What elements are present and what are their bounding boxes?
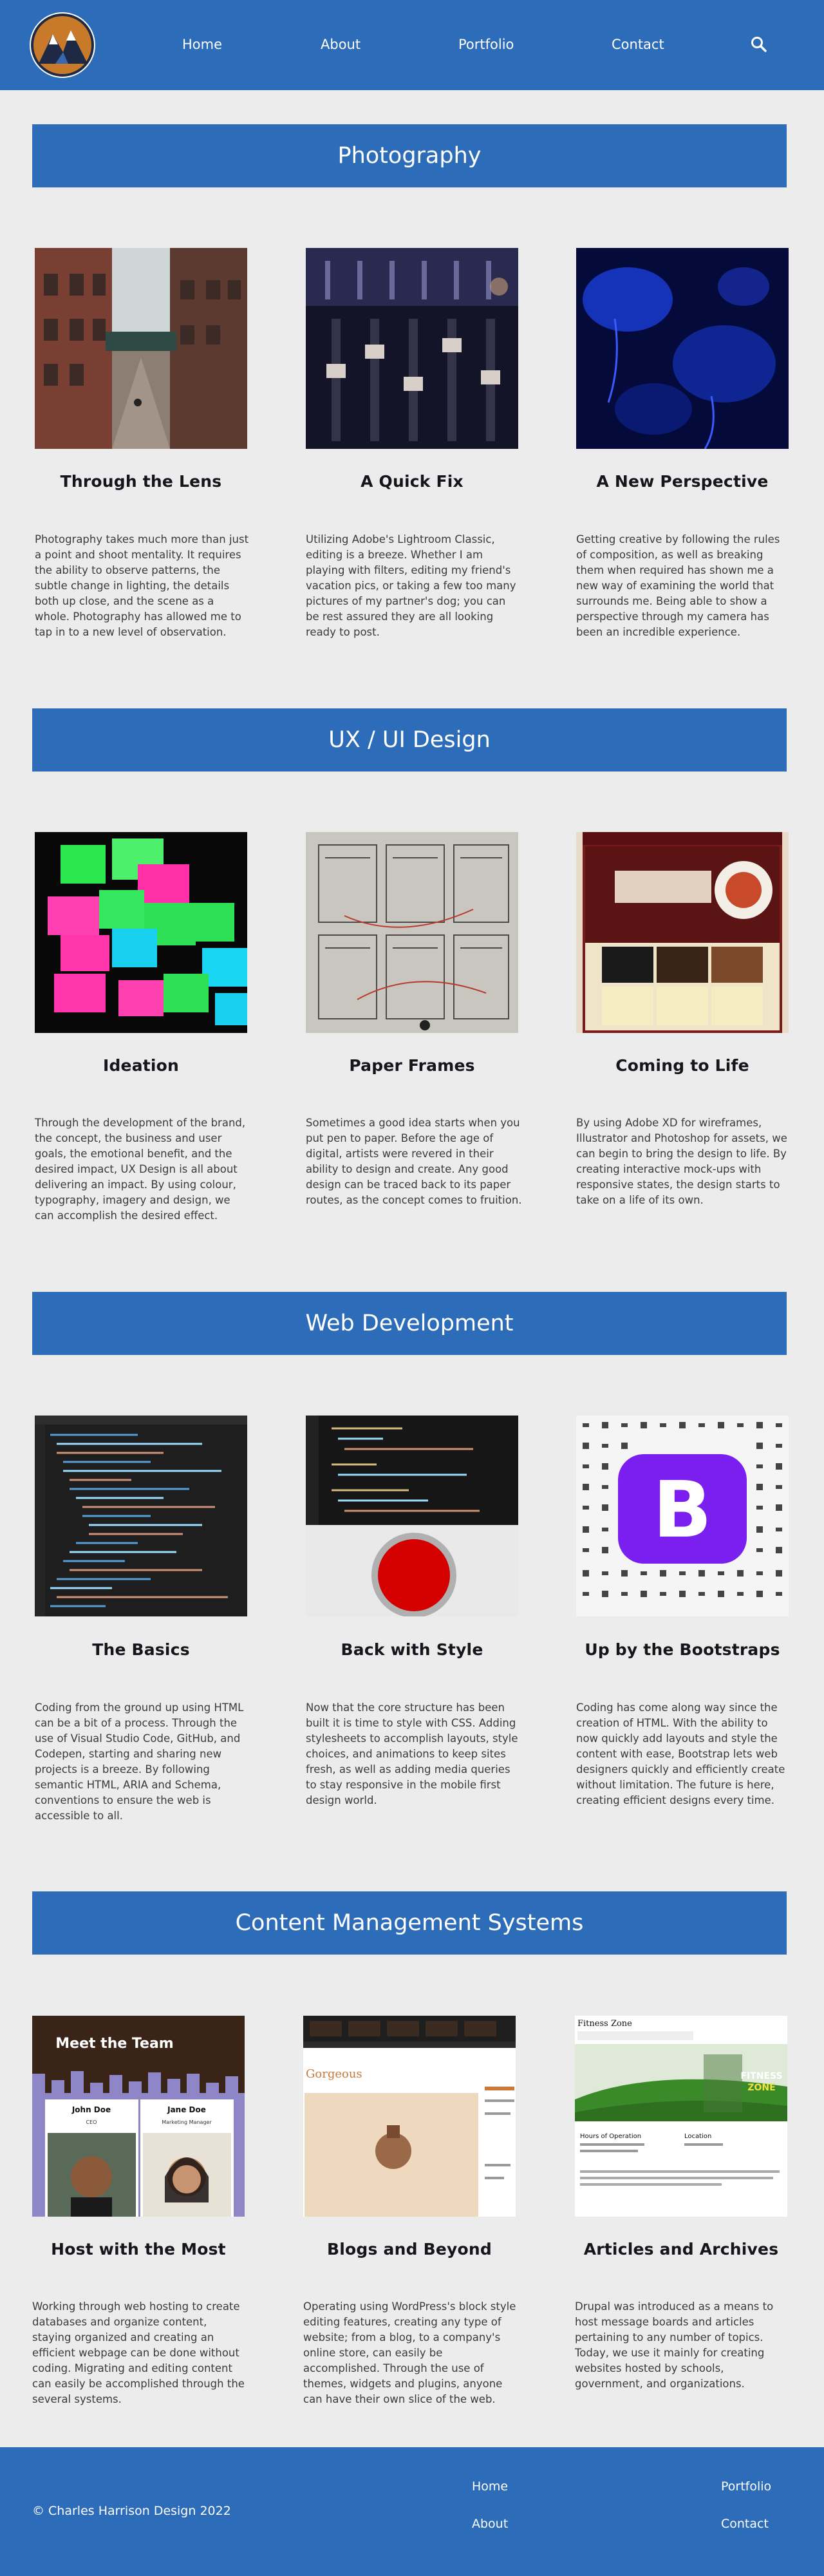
section-banner-web-development: Web Development [32,1292,787,1355]
card-title: Articles and Archives [583,2240,779,2259]
card-title: Through the Lens [60,472,222,491]
card-description: Through the development of the brand, th… [35,1117,246,1222]
card-image-site-mockup [576,832,789,1033]
site-header: Home About Portfolio Contact [0,0,824,90]
card-image-drupal-site: Fitness Zone FITNESS ZONE Hours of Opera… [575,2016,787,2217]
card-image-css-button [306,1416,518,1616]
card-description: Coding from the ground up using HTML can… [35,1701,244,1822]
card-description: Getting creative by following the rules … [576,533,780,638]
card-title: Up by the Bootstraps [585,1640,780,1659]
card-title: Back with Style [341,1640,483,1659]
logo[interactable] [30,12,95,78]
footer-link-home[interactable]: Home [472,2479,508,2494]
card-image-team-page: Meet the Team John Doe CEO Jane Doe Mark… [32,2016,245,2217]
fitness-title: Fitness Zone [577,2019,632,2029]
mountain-logo-icon [31,14,94,77]
card-title: Host with the Most [51,2240,226,2259]
team-title: Meet the Team [55,2036,173,2052]
nav-home[interactable]: Home [182,33,222,55]
footer-link-contact[interactable]: Contact [721,2517,769,2531]
card-description: Operating using WordPress's block style … [303,2300,516,2405]
card-image-jellyfish [576,248,789,449]
fitness-badge-1: FITNESS [740,2071,782,2081]
nav-about[interactable]: About [321,33,360,55]
card-image-paper-wireframes [306,832,518,1033]
card-description: Drupal was introduced as a means to host… [575,2300,774,2390]
search-button[interactable] [750,35,768,53]
bootstrap-logo-letter: B [653,1466,711,1555]
section-banner-photography: Photography [32,124,787,187]
nav-portfolio[interactable]: Portfolio [458,33,514,55]
card-title: A Quick Fix [360,472,464,491]
location-label: Location [684,2133,711,2140]
card-image-alley [35,248,247,449]
section-banner-ux-ui: UX / UI Design [32,708,787,772]
card-image-wordpress-blog: Gorgeous [303,2016,516,2217]
hours-label: Hours of Operation [580,2133,641,2140]
card-description: By using Adobe XD for wireframes, Illust… [576,1117,787,1206]
card-title: Paper Frames [349,1056,475,1075]
jane-name: Jane Doe [167,2105,206,2114]
fitness-badge-2: ZONE [747,2083,775,2093]
john-name: John Doe [71,2105,111,2114]
nav-contact[interactable]: Contact [612,33,664,55]
card-description: Utilizing Adobe's Lightroom Classic, edi… [306,533,516,638]
card-title: Blogs and Beyond [327,2240,492,2259]
wp-heading: Gorgeous [306,2067,362,2081]
copyright-text: © Charles Harrison Design 2022 [32,2504,231,2518]
footer-link-portfolio[interactable]: Portfolio [721,2479,771,2494]
jane-role: Marketing Manager [162,2119,212,2125]
card-title: Ideation [102,1056,180,1075]
card-title: Coming to Life [615,1056,749,1075]
card-description: Now that the core structure has been bui… [306,1701,518,1806]
card-description: Sometimes a good idea starts when you pu… [306,1117,522,1206]
card-description: Working through web hosting to create da… [32,2300,245,2405]
section-banner-cms: Content Management Systems [32,1891,787,1955]
card-image-mixer [306,248,518,449]
footer-link-about[interactable]: About [472,2517,508,2531]
card-title: A New Perspective [596,472,769,491]
site-footer: © Charles Harrison Design 2022 Home Port… [0,2447,824,2576]
card-title: The Basics [92,1640,190,1659]
search-icon [751,37,767,52]
card-image-html-code [35,1416,247,1616]
card-description: Coding has come along way since the crea… [576,1701,785,1806]
john-role: CEO [86,2119,97,2125]
card-image-sticky-notes [35,832,247,1033]
card-image-bootstrap: B [576,1416,789,1616]
card-description: Photography takes much more than just a … [35,533,249,638]
